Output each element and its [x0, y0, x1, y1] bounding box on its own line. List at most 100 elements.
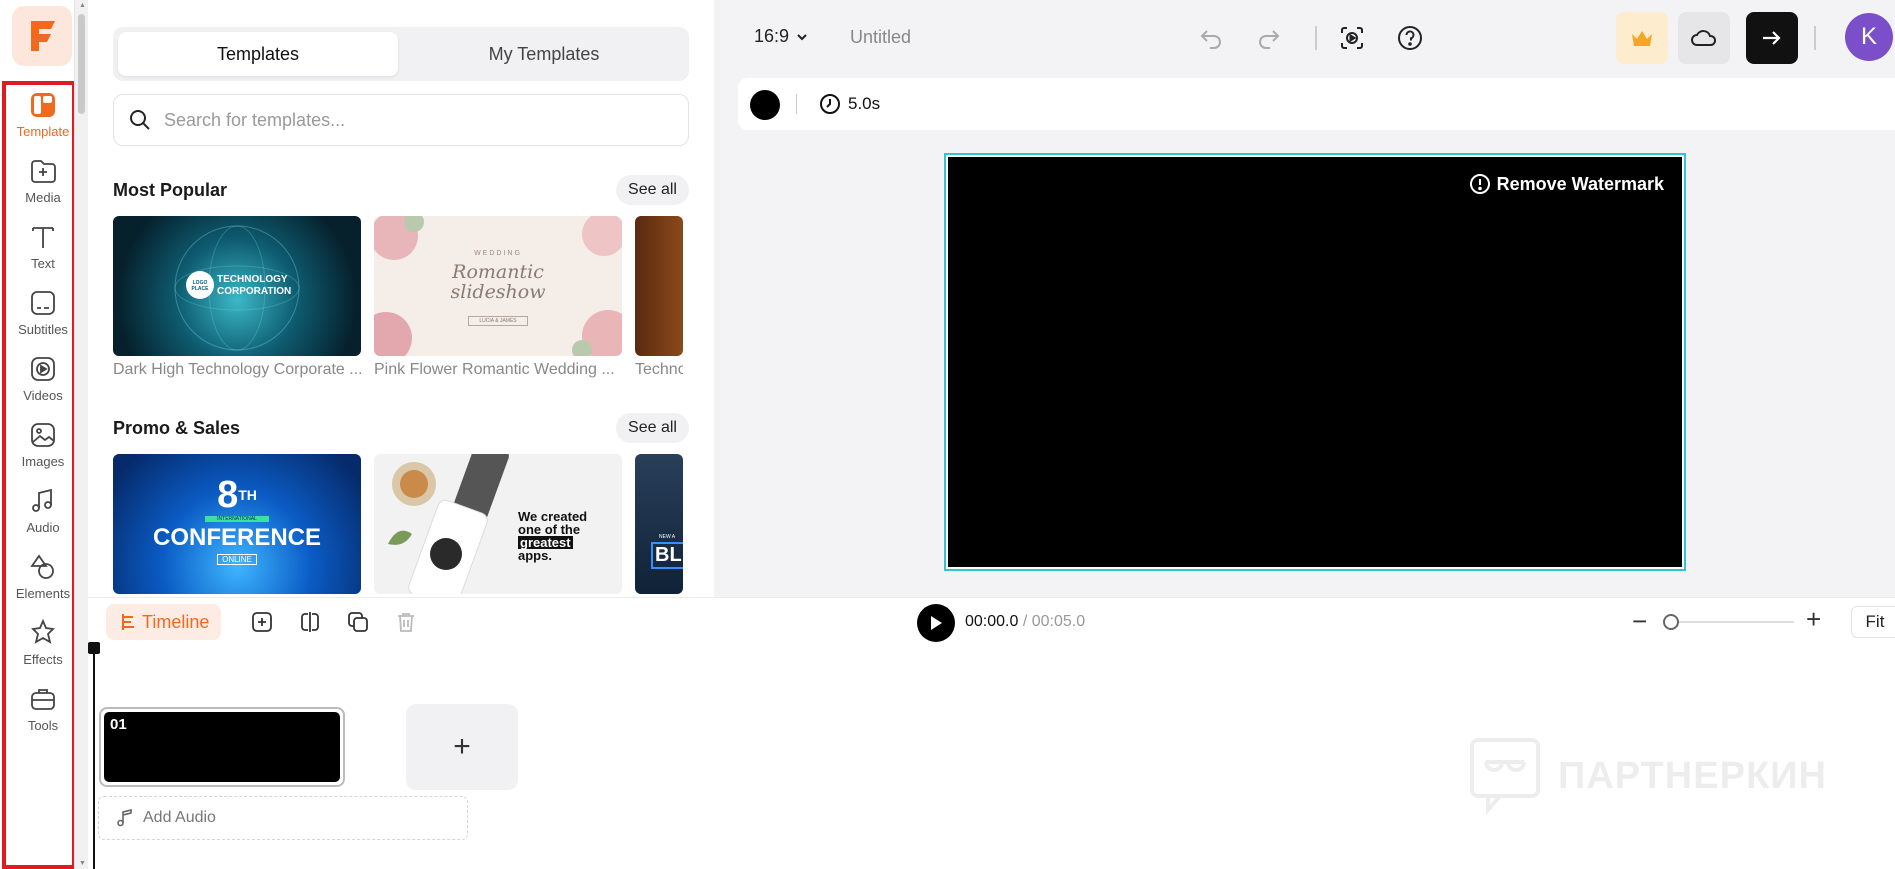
timeline-panel: Timeline 00:00.0 / 00:05.0 − + Fit 01 + …	[88, 597, 1895, 869]
promo-sales-thumbnails: 8TH INTERNATIONAL CONFERENCE ONLINE We c…	[113, 454, 683, 594]
partner-watermark: ПАРТНЕРКИН	[1468, 736, 1827, 816]
thumb-title: CONFERENCE	[152, 524, 321, 551]
thumb-number-text: 8	[217, 474, 239, 516]
time-separator: /	[1018, 613, 1032, 630]
split-button[interactable]	[296, 608, 324, 636]
sidebar-highlight-frame	[2, 81, 76, 869]
chevron-down-icon	[797, 33, 807, 40]
panel-tabs: Templates My Templates	[113, 27, 689, 81]
background-color-swatch[interactable]	[750, 90, 780, 120]
thumb-title: Romantic slideshow	[450, 261, 546, 303]
scroll-down-arrow-icon[interactable]: ▼	[79, 860, 86, 867]
cloud-save-button[interactable]	[1678, 12, 1730, 64]
thumb-title: TECHNOLOGY CORPORATION	[217, 274, 292, 297]
template-card[interactable]: We created one of the greatest apps.	[374, 454, 622, 594]
help-icon	[1398, 26, 1422, 50]
zoom-slider-handle[interactable]	[1663, 614, 1679, 630]
current-time: 00:00.0	[965, 613, 1019, 630]
thumb-sub: ONLINE	[217, 554, 257, 565]
left-rail: Template Media Text Subtitles Videos Ima…	[0, 0, 88, 869]
logo-placeholder-text: LOGO PLACE	[191, 280, 209, 292]
cloud-icon	[1691, 30, 1717, 46]
project-title[interactable]: Untitled	[850, 27, 911, 48]
clock-icon	[820, 94, 840, 114]
template-caption: Dark High Technology Corporate ...	[113, 361, 361, 378]
thumb-line: apps.	[518, 548, 552, 563]
thumb-title: BL	[651, 542, 683, 569]
template-card[interactable]: WEDDING Romantic slideshow LUCIA & JAMES	[374, 216, 622, 356]
thumb-number-suffix: TH	[238, 487, 257, 503]
duplicate-button[interactable]	[344, 608, 372, 636]
thumb-subtitle: WEDDING	[474, 250, 522, 257]
template-search[interactable]	[113, 94, 689, 146]
template-card[interactable]	[635, 216, 683, 356]
scene-number: 01	[110, 716, 127, 733]
redo-icon	[1259, 30, 1280, 49]
sidebar-scrollbar[interactable]: ▲ ▼	[74, 0, 88, 869]
most-popular-thumbnails: LOGO PLACE TECHNOLOGY CORPORATION WEDDIN…	[113, 216, 683, 356]
timeline-toggle-button[interactable]: Timeline	[106, 604, 222, 640]
video-canvas[interactable]: Remove Watermark	[944, 153, 1686, 571]
thumb-subtitle: NEW A	[659, 534, 676, 540]
preview-button[interactable]	[1336, 22, 1368, 54]
partner-watermark-text: ПАРТНЕРКИН	[1558, 754, 1827, 797]
premium-button[interactable]	[1616, 12, 1668, 64]
see-all-promo-sales-button[interactable]: See all	[616, 413, 689, 443]
duration-control[interactable]: 5.0s	[818, 92, 880, 116]
template-card[interactable]: 8TH INTERNATIONAL CONFERENCE ONLINE	[113, 454, 361, 594]
tab-templates[interactable]: Templates	[118, 32, 398, 76]
editor-area: 16:9 Untitled K 5.0s Remove Watermark	[714, 0, 1895, 597]
zoom-in-button[interactable]: +	[1806, 604, 1821, 635]
tab-my-templates[interactable]: My Templates	[404, 32, 684, 76]
split-icon	[301, 612, 319, 632]
add-audio-button[interactable]: Add Audio	[98, 796, 468, 840]
scene-clip[interactable]: 01	[99, 707, 345, 787]
playback-time: 00:00.0 / 00:05.0	[965, 613, 1085, 631]
zoom-out-button[interactable]: −	[1632, 606, 1647, 637]
add-scene-button[interactable]	[248, 608, 276, 636]
undo-button[interactable]	[1195, 22, 1227, 54]
help-button[interactable]	[1394, 22, 1426, 54]
remove-watermark-button[interactable]: Remove Watermark	[1469, 173, 1664, 195]
section-title-promo-sales: Promo & Sales	[113, 418, 241, 438]
scrollbar-thumb[interactable]	[78, 14, 85, 114]
thumb-number: 8TH	[113, 476, 361, 514]
playhead-handle[interactable]	[88, 642, 100, 654]
trash-icon	[398, 613, 414, 632]
see-all-most-popular-button[interactable]: See all	[616, 175, 689, 205]
aspect-ratio-value: 16:9	[754, 26, 790, 46]
duration-value: 5.0s	[848, 94, 881, 113]
delete-button[interactable]	[392, 608, 420, 636]
thumb-headline: We created one of the greatest apps.	[518, 510, 618, 562]
template-card[interactable]: LOGO PLACE TECHNOLOGY CORPORATION	[113, 216, 361, 356]
scroll-up-arrow-icon[interactable]: ▲	[79, 2, 86, 9]
zoom-slider-track[interactable]	[1668, 621, 1794, 623]
redo-button[interactable]	[1253, 22, 1285, 54]
template-card[interactable]: NEW A BL	[635, 454, 683, 594]
undo-icon	[1200, 30, 1221, 49]
export-button[interactable]	[1746, 12, 1798, 64]
fit-button[interactable]: Fit	[1851, 606, 1895, 638]
crown-icon	[1632, 31, 1652, 46]
editor-topbar: 16:9 Untitled K	[714, 0, 1895, 76]
add-clip-button[interactable]: +	[406, 704, 518, 790]
property-bar: 5.0s	[738, 78, 1895, 130]
aspect-ratio-dropdown[interactable]: 16:9	[754, 26, 809, 47]
logo-icon	[31, 21, 55, 51]
play-icon	[931, 616, 942, 630]
arrow-right-icon	[1763, 31, 1781, 45]
app-logo[interactable]	[12, 6, 72, 66]
section-title-most-popular: Most Popular	[113, 180, 228, 200]
editor-app: Template Media Text Subtitles Videos Ima…	[0, 0, 1895, 869]
property-divider	[796, 94, 797, 114]
duplicate-icon	[348, 612, 368, 632]
search-input[interactable]	[164, 109, 664, 131]
toolbar-divider	[1814, 26, 1816, 50]
user-avatar[interactable]: K	[1845, 13, 1893, 61]
playhead-line[interactable]	[93, 646, 95, 869]
timeline-icon	[122, 614, 134, 630]
play-button[interactable]	[917, 604, 955, 642]
timeline-label: Timeline	[142, 611, 210, 632]
thumb-subtitle: INTERNATIONAL	[205, 516, 269, 522]
total-time: 00:05.0	[1031, 613, 1086, 630]
